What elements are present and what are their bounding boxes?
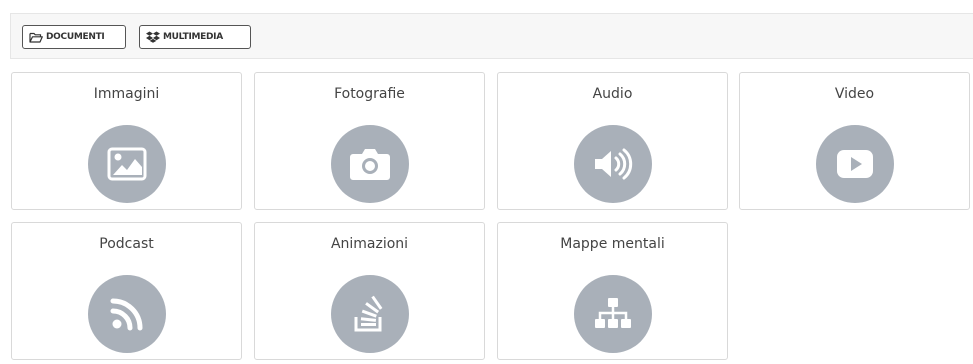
- category-icon-circle: [87, 125, 166, 203]
- folder-open-icon: [29, 31, 43, 43]
- category-icon-circle: [330, 275, 409, 353]
- category-title: Mappe mentali: [560, 236, 665, 252]
- category-card-fotografie[interactable]: Fotografie: [254, 72, 485, 210]
- category-card-podcast[interactable]: Podcast: [11, 222, 242, 360]
- category-icon-circle: [573, 125, 652, 203]
- multimedia-button[interactable]: MULTIMEDIA: [139, 25, 251, 49]
- category-title: Immagini: [93, 86, 160, 102]
- category-title: Video: [834, 86, 875, 102]
- category-icon-circle: [815, 125, 894, 203]
- category-icon-circle: [573, 275, 652, 353]
- category-card-mappe-mentali[interactable]: Mappe mentali: [497, 222, 728, 360]
- category-card-video[interactable]: Video: [739, 72, 970, 210]
- category-card-audio[interactable]: Audio: [497, 72, 728, 210]
- documents-button[interactable]: DOCUMENTI: [22, 25, 126, 49]
- category-card-animazioni[interactable]: Animazioni: [254, 222, 485, 360]
- category-title: Fotografie: [334, 86, 405, 102]
- documents-button-label: DOCUMENTI: [46, 32, 105, 42]
- category-icon-circle: [87, 275, 166, 353]
- image-icon: [107, 147, 146, 181]
- volume-icon: [594, 148, 632, 180]
- category-title: Animazioni: [330, 236, 409, 252]
- toolbar: DOCUMENTI MULTIMEDIA: [10, 13, 973, 59]
- sitemap-icon: [594, 298, 631, 328]
- camera-icon: [349, 149, 390, 180]
- category-title: Podcast: [99, 236, 154, 252]
- play-icon: [836, 150, 873, 178]
- multimedia-button-label: MULTIMEDIA: [163, 32, 223, 42]
- stack-overflow-icon: [354, 295, 382, 332]
- category-icon-circle: [330, 125, 409, 203]
- rss-icon: [110, 298, 142, 331]
- dropbox-icon: [146, 31, 160, 43]
- category-title: Audio: [592, 86, 633, 102]
- category-card-immagini[interactable]: Immagini: [11, 72, 242, 210]
